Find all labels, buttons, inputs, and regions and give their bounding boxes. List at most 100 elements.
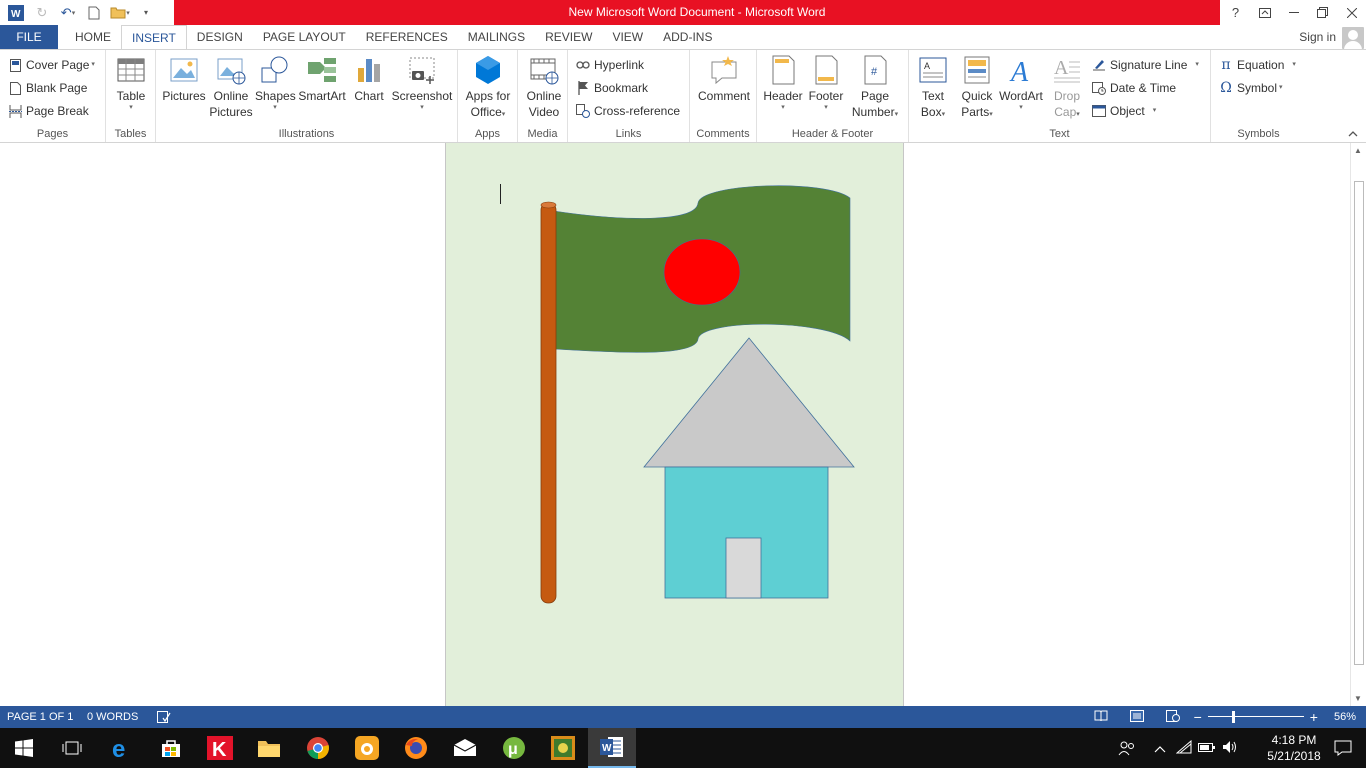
wordart-button[interactable]: A WordArt ▾ — [997, 54, 1045, 112]
tab-insert[interactable]: INSERT — [121, 25, 187, 50]
people-icon[interactable] — [1118, 740, 1136, 759]
comment-button[interactable]: Comment — [694, 54, 754, 104]
chart-button[interactable]: Chart — [351, 54, 387, 104]
equation-button[interactable]: π Equation ▾ — [1219, 54, 1296, 76]
help-button[interactable]: ? — [1221, 0, 1250, 25]
header-button[interactable]: Header ▾ — [761, 54, 805, 112]
scrollbar-thumb[interactable] — [1354, 181, 1364, 665]
flag-pole[interactable] — [540, 202, 557, 604]
bookmark-button[interactable]: Bookmark — [576, 77, 648, 99]
tab-mailings[interactable]: MAILINGS — [458, 25, 535, 50]
tab-design[interactable]: DESIGN — [187, 25, 253, 50]
taskbar-utorrent[interactable]: μ — [490, 728, 538, 768]
zoom-level[interactable]: 56% — [1334, 711, 1356, 723]
scroll-down-icon[interactable]: ▼ — [1354, 694, 1362, 703]
symbol-button[interactable]: Ω Symbol ▾ — [1219, 77, 1282, 99]
word-app-icon[interactable]: W — [6, 3, 26, 22]
pi-icon: π — [1221, 57, 1231, 73]
read-mode-icon[interactable] — [1094, 710, 1108, 725]
clock[interactable]: 4:18 PM 5/21/2018 — [1264, 732, 1324, 764]
open-folder-icon[interactable]: ▾ — [110, 3, 130, 22]
taskbar-chrome[interactable] — [294, 728, 342, 768]
tab-file[interactable]: FILE — [0, 25, 58, 50]
undo-icon[interactable]: ↶ ▾ — [58, 3, 78, 22]
table-button[interactable]: Table ▾ — [113, 54, 149, 112]
house-door[interactable] — [725, 537, 762, 599]
tab-add-ins[interactable]: ADD-INS — [653, 25, 722, 50]
date-time-button[interactable]: Date & Time — [1092, 77, 1176, 99]
object-button[interactable]: Object ▾ — [1092, 100, 1156, 122]
signature-line-button[interactable]: Signature Line ▾ — [1092, 54, 1199, 76]
drop-cap-button[interactable]: A Drop Cap▾ — [1047, 54, 1087, 120]
vertical-scrollbar[interactable]: ▲ ▼ — [1350, 143, 1366, 706]
page-number-button[interactable]: # Page Number▾ — [847, 54, 903, 120]
tab-home[interactable]: HOME — [65, 25, 121, 50]
taskbar-uc-browser[interactable] — [343, 728, 391, 768]
ribbon-display-options-icon[interactable] — [1250, 0, 1279, 25]
cross-reference-button[interactable]: Cross-reference — [576, 100, 680, 122]
taskbar-firefox[interactable] — [392, 728, 440, 768]
restore-icon[interactable] — [1308, 0, 1337, 25]
apps-for-office-icon — [472, 54, 504, 86]
collapse-ribbon-icon[interactable] — [1348, 129, 1358, 140]
taskbar-word[interactable]: W — [588, 728, 636, 768]
zoom-in-button[interactable]: + — [1310, 709, 1318, 725]
quick-parts-button[interactable]: Quick Parts▾ — [957, 54, 997, 120]
blank-page-button[interactable]: Blank Page — [8, 77, 87, 99]
page-count[interactable]: PAGE 1 OF 1 — [7, 706, 73, 728]
close-icon[interactable] — [1337, 0, 1366, 25]
word-count[interactable]: 0 WORDS — [87, 706, 138, 728]
action-center-icon[interactable] — [1334, 740, 1352, 759]
page-break-button[interactable]: Page Break — [8, 100, 89, 122]
zoom-out-button[interactable]: − — [1194, 709, 1202, 725]
zoom-slider[interactable] — [1207, 711, 1304, 723]
taskbar-kaspersky[interactable]: K — [196, 728, 244, 768]
show-hidden-icons[interactable] — [1154, 742, 1166, 756]
battery-icon[interactable] — [1198, 741, 1216, 756]
text-box-button[interactable]: A Text Box▾ — [915, 54, 951, 120]
sign-in-link[interactable]: Sign in — [1299, 25, 1336, 50]
cover-page-button[interactable]: Cover Page ▾ — [8, 54, 95, 76]
online-pictures-button[interactable]: Online Pictures — [209, 54, 253, 120]
screenshot-button[interactable]: Screenshot ▾ — [391, 54, 453, 112]
volume-icon[interactable] — [1222, 740, 1238, 757]
apps-for-office-button[interactable]: Apps for Office▾ — [462, 54, 514, 120]
group-label-links: Links — [615, 128, 642, 140]
shapes-button[interactable]: Shapes ▾ — [255, 54, 296, 112]
wifi-icon[interactable] — [1175, 739, 1192, 757]
document-area[interactable] — [0, 143, 1350, 706]
smartart-button[interactable]: SmartArt — [297, 54, 347, 104]
task-view-button[interactable] — [48, 728, 96, 768]
scroll-up-icon[interactable]: ▲ — [1354, 146, 1362, 155]
new-document-icon[interactable] — [84, 3, 104, 22]
taskbar-edge[interactable]: e — [98, 728, 146, 768]
group-label-illustrations: Illustrations — [278, 128, 335, 140]
flag-red-disc[interactable] — [663, 238, 741, 306]
pictures-button[interactable]: Pictures — [162, 54, 206, 104]
house-roof[interactable] — [643, 337, 855, 468]
minimize-icon[interactable] — [1279, 0, 1308, 25]
save-icon[interactable]: ↻ — [32, 3, 52, 22]
online-video-button[interactable]: Online Video — [522, 54, 566, 120]
signature-line-icon — [1092, 58, 1106, 72]
avatar[interactable] — [1342, 27, 1364, 49]
tab-references[interactable]: REFERENCES — [356, 25, 458, 50]
zoom-slider-thumb[interactable] — [1231, 711, 1235, 723]
taskbar-store[interactable] — [147, 728, 195, 768]
hyperlink-button[interactable]: Hyperlink — [576, 54, 644, 76]
tab-review[interactable]: REVIEW — [535, 25, 602, 50]
shapes-icon — [259, 54, 291, 86]
tab-page-layout[interactable]: PAGE LAYOUT — [253, 25, 356, 50]
tab-view[interactable]: VIEW — [602, 25, 653, 50]
taskbar-mail[interactable] — [441, 728, 489, 768]
footer-button[interactable]: Footer ▾ — [805, 54, 847, 112]
customize-qat-icon[interactable]: ▾ — [136, 3, 156, 22]
web-layout-icon[interactable] — [1165, 709, 1180, 725]
print-layout-icon[interactable] — [1129, 709, 1144, 725]
start-button[interactable] — [0, 728, 48, 768]
taskbar-file-explorer[interactable] — [245, 728, 293, 768]
taskbar-media-app[interactable] — [539, 728, 587, 768]
footer-icon — [810, 54, 842, 86]
document-page[interactable] — [445, 143, 904, 706]
ribbon-tabs: FILE HOME INSERT DESIGN PAGE LAYOUT REFE… — [0, 25, 1366, 50]
